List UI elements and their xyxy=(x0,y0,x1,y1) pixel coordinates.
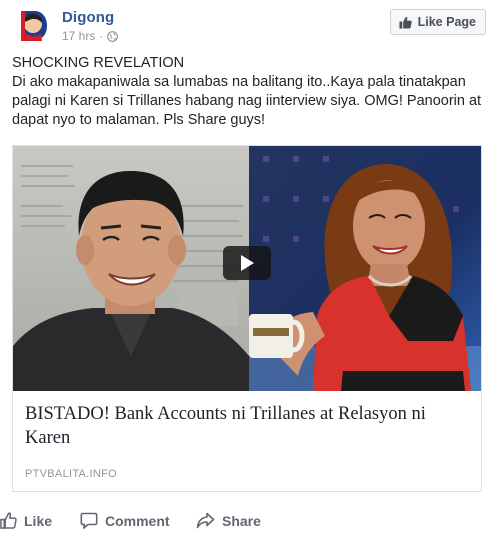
post-text-headline: SHOCKING REVELATION xyxy=(12,55,185,71)
comment-label: Comment xyxy=(105,512,170,529)
share-button[interactable]: Share xyxy=(196,512,261,529)
play-icon xyxy=(241,255,254,271)
post-actions-bar: Like Comment Share xyxy=(0,512,497,538)
page-name-link[interactable]: Digong xyxy=(62,9,114,26)
link-preview-card[interactable]: BISTADO! Bank Accounts ni Trillanes at R… xyxy=(12,145,482,492)
video-thumbnail[interactable] xyxy=(13,146,481,391)
globe-icon[interactable] xyxy=(107,30,119,42)
post-meta: 17 hrs · xyxy=(62,29,119,43)
post-text: SHOCKING REVELATION Di ako makapaniwala … xyxy=(12,54,488,130)
like-button[interactable]: Like xyxy=(0,512,52,529)
avatar-logo-icon xyxy=(12,6,52,46)
link-domain: PTVBALITA.INFO xyxy=(25,468,118,480)
avatar[interactable] xyxy=(12,6,52,46)
meta-separator: · xyxy=(99,29,104,43)
thumbs-up-outline-icon xyxy=(0,512,17,529)
share-label: Share xyxy=(222,512,261,529)
like-label: Like xyxy=(24,512,53,529)
post-header: Digong 17 hrs · Like Page xyxy=(12,6,486,46)
share-icon xyxy=(196,512,215,529)
play-button[interactable] xyxy=(223,246,271,280)
like-page-button[interactable]: Like Page xyxy=(389,9,486,35)
like-page-label: Like Page xyxy=(417,15,476,29)
comment-button[interactable]: Comment xyxy=(80,512,170,529)
link-title[interactable]: BISTADO! Bank Accounts ni Trillanes at R… xyxy=(25,402,471,450)
post-text-body: Di ako makapaniwala sa lumabas na balita… xyxy=(12,74,482,128)
thumbs-up-icon xyxy=(399,16,412,29)
comment-icon xyxy=(80,512,98,529)
timestamp-link[interactable]: 17 hrs xyxy=(62,29,95,43)
